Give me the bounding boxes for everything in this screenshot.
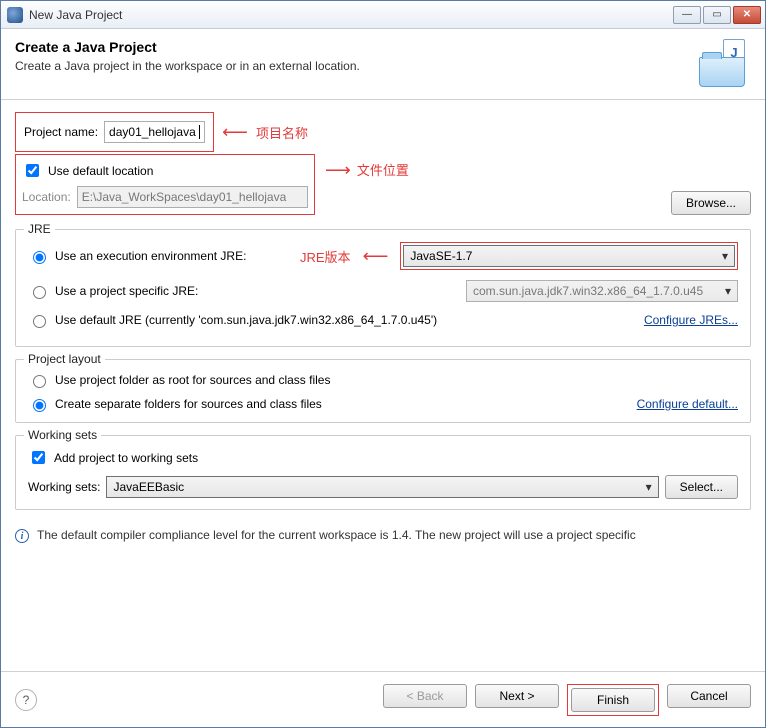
page-title: Create a Java Project bbox=[15, 39, 693, 55]
app-icon bbox=[7, 7, 23, 23]
anno-box-location: Use default location Location: bbox=[15, 154, 315, 215]
close-button[interactable]: ✕ bbox=[733, 6, 761, 24]
browse-button[interactable]: Browse... bbox=[671, 191, 751, 215]
finish-button[interactable]: Finish bbox=[571, 688, 655, 712]
info-message: i The default compiler compliance level … bbox=[15, 528, 751, 556]
folder-icon bbox=[699, 57, 745, 87]
titlebar: New Java Project — ▭ ✕ bbox=[1, 1, 765, 29]
anno-text-location: 文件位置 bbox=[357, 160, 409, 179]
jre-project-select: com.sun.java.jdk7.win32.x86_64_1.7.0.u45 bbox=[466, 280, 738, 302]
layout-group: Project layout Use project folder as roo… bbox=[15, 359, 751, 423]
jre-default-radio[interactable] bbox=[33, 315, 46, 328]
header: Create a Java Project Create a Java proj… bbox=[1, 29, 765, 100]
footer: ? < Back Next > Finish Cancel bbox=[1, 671, 765, 727]
jre-default-label: Use default JRE (currently 'com.sun.java… bbox=[55, 313, 437, 327]
anno-box-jre: JavaSE-1.7 bbox=[400, 242, 738, 270]
window-buttons: — ▭ ✕ bbox=[673, 6, 761, 24]
next-button[interactable]: Next > bbox=[475, 684, 559, 708]
anno-text-projectname: 项目名称 bbox=[256, 123, 308, 142]
project-name-input[interactable]: day01_hellojava bbox=[109, 125, 196, 139]
jre-env-select[interactable]: JavaSE-1.7 bbox=[403, 245, 735, 267]
minimize-button[interactable]: — bbox=[673, 6, 701, 24]
anno-box-finish: Finish bbox=[567, 684, 659, 716]
back-button[interactable]: < Back bbox=[383, 684, 467, 708]
project-name-label: Project name: bbox=[24, 125, 98, 139]
layout-legend: Project layout bbox=[24, 352, 105, 366]
jre-env-radio[interactable] bbox=[33, 251, 46, 264]
arrow-icon: ⟶ bbox=[325, 161, 351, 179]
layout-root-label: Use project folder as root for sources a… bbox=[55, 373, 330, 387]
maximize-button[interactable]: ▭ bbox=[703, 6, 731, 24]
arrow-icon: ⟵ bbox=[222, 123, 248, 141]
add-workingsets-checkbox[interactable] bbox=[32, 451, 45, 464]
jre-legend: JRE bbox=[24, 222, 55, 236]
location-label: Location: bbox=[22, 190, 71, 204]
location-input bbox=[77, 186, 308, 208]
jre-project-label: Use a project specific JRE: bbox=[55, 284, 198, 298]
configure-jres-link[interactable]: Configure JREs... bbox=[644, 313, 738, 327]
workingsets-select[interactable]: JavaEEBasic bbox=[106, 476, 658, 498]
anno-text-jre: JRE版本 bbox=[300, 247, 351, 266]
use-default-location-checkbox[interactable] bbox=[26, 164, 39, 177]
workingsets-legend: Working sets bbox=[24, 428, 101, 442]
workingsets-group: Working sets Add project to working sets… bbox=[15, 435, 751, 510]
workingsets-select-button[interactable]: Select... bbox=[665, 475, 738, 499]
help-button[interactable]: ? bbox=[15, 689, 37, 711]
body: Project name: day01_hellojava ⟵ 项目名称 Pro… bbox=[1, 100, 765, 671]
use-default-location-label: Use default location bbox=[48, 164, 153, 178]
arrow-icon: ⟵ bbox=[363, 247, 389, 265]
header-icon: J bbox=[693, 39, 751, 87]
layout-sep-radio[interactable] bbox=[33, 399, 46, 412]
anno-box-projectname: Project name: day01_hellojava bbox=[15, 112, 214, 152]
page-desc: Create a Java project in the workspace o… bbox=[15, 59, 693, 73]
layout-sep-label: Create separate folders for sources and … bbox=[55, 397, 322, 411]
info-icon: i bbox=[15, 529, 29, 543]
workingsets-label: Working sets: bbox=[28, 480, 100, 494]
configure-default-link[interactable]: Configure default... bbox=[637, 397, 738, 411]
layout-root-radio[interactable] bbox=[33, 375, 46, 388]
jre-env-label: Use an execution environment JRE: bbox=[55, 249, 246, 263]
window-title: New Java Project bbox=[29, 8, 673, 22]
jre-group: JRE Use an execution environment JRE: JR… bbox=[15, 229, 751, 347]
add-workingsets-label: Add project to working sets bbox=[54, 451, 198, 465]
cancel-button[interactable]: Cancel bbox=[667, 684, 751, 708]
window: New Java Project — ▭ ✕ Create a Java Pro… bbox=[0, 0, 766, 728]
jre-project-radio[interactable] bbox=[33, 286, 46, 299]
